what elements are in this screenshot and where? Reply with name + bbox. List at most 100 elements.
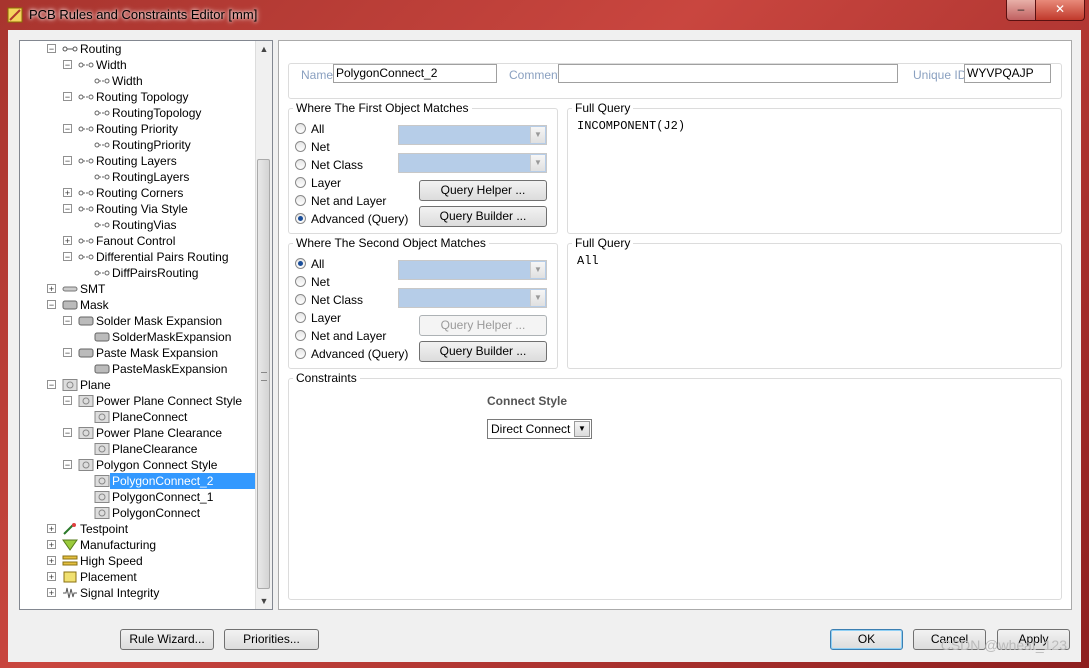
radio-button-icon[interactable] xyxy=(295,276,306,287)
tree-item[interactable]: + High Speed xyxy=(20,553,254,569)
scroll-thumb[interactable] xyxy=(257,159,270,589)
tree-item[interactable]: − Routing Topology xyxy=(20,89,254,105)
title-bar[interactable]: PCB Rules and Constraints Editor [mm] – … xyxy=(0,0,1089,30)
tree-item-label: RoutingPriority xyxy=(112,138,191,152)
tree-item[interactable]: − Routing xyxy=(20,41,254,57)
tree-item-label: Solder Mask Expansion xyxy=(96,314,223,328)
close-button[interactable]: ✕ xyxy=(1035,0,1085,21)
tree-item[interactable]: PlaneClearance xyxy=(20,441,254,457)
tree-item[interactable]: PolygonConnect xyxy=(20,505,254,521)
expand-icon[interactable]: + xyxy=(47,556,56,566)
collapse-icon[interactable]: − xyxy=(63,252,72,262)
expand-icon[interactable]: + xyxy=(63,188,72,198)
collapse-icon[interactable]: − xyxy=(63,316,72,326)
rule-wizard-button[interactable]: Rule Wizard... xyxy=(120,629,214,650)
expand-icon[interactable]: + xyxy=(47,588,56,598)
collapse-icon[interactable]: − xyxy=(63,60,72,70)
radio-button-icon[interactable] xyxy=(295,258,306,269)
scroll-down-arrow-icon[interactable]: ▼ xyxy=(256,593,272,609)
tree-item[interactable]: + Testpoint xyxy=(20,521,254,537)
comment-field[interactable] xyxy=(558,64,898,83)
tree-item[interactable]: − Power Plane Connect Style xyxy=(20,393,254,409)
collapse-icon[interactable]: − xyxy=(47,300,56,310)
collapse-icon[interactable]: − xyxy=(47,380,56,390)
second-query-helper-button[interactable]: Query Helper ... xyxy=(419,315,547,336)
rules-tree[interactable]: − Routing − Width Width − Routing Topology Rout… xyxy=(19,40,273,610)
expand-icon[interactable]: + xyxy=(47,572,56,582)
tree-item[interactable]: + Manufacturing xyxy=(20,537,254,553)
tree-item-label: Routing Corners xyxy=(96,186,184,200)
tree-item[interactable]: − Paste Mask Expansion xyxy=(20,345,254,361)
tree-item[interactable]: − Polygon Connect Style xyxy=(20,457,254,473)
tree-item[interactable]: SolderMaskExpansion xyxy=(20,329,254,345)
tree-item[interactable]: − Routing Priority xyxy=(20,121,254,137)
tree-item[interactable]: PlaneConnect xyxy=(20,409,254,425)
tree-item[interactable]: PolygonConnect_2 xyxy=(20,473,256,489)
tree-item[interactable]: + Fanout Control xyxy=(20,233,254,249)
collapse-icon[interactable]: − xyxy=(63,124,72,134)
tree-item[interactable]: + Placement xyxy=(20,569,254,585)
chevron-down-icon[interactable]: ▼ xyxy=(574,421,590,437)
collapse-icon[interactable]: − xyxy=(63,396,72,406)
radio-button-icon[interactable] xyxy=(295,195,306,206)
radio-button-icon[interactable] xyxy=(295,330,306,341)
tree-item[interactable]: − Routing Via Style xyxy=(20,201,254,217)
radio-button-icon[interactable] xyxy=(295,348,306,359)
tree-item[interactable]: + Signal Integrity xyxy=(20,585,254,601)
first-query-helper-button[interactable]: Query Helper ... xyxy=(419,180,547,201)
expand-icon[interactable]: + xyxy=(47,540,56,550)
tree-item[interactable]: RoutingPriority xyxy=(20,137,254,153)
constraints-group xyxy=(288,378,1062,600)
first-query-builder-button[interactable]: Query Builder ... xyxy=(419,206,547,227)
grip-icon xyxy=(261,372,267,381)
tree-item[interactable]: − Width xyxy=(20,57,254,73)
connect-style-select[interactable]: Direct Connect ▼ xyxy=(487,419,592,439)
tree-item-label: SMT xyxy=(80,282,106,296)
tree-item[interactable]: PolygonConnect_1 xyxy=(20,489,254,505)
first-full-query-text[interactable]: INCOMPONENT(J2) xyxy=(577,119,685,133)
collapse-icon[interactable]: − xyxy=(63,204,72,214)
priorities-button[interactable]: Priorities... xyxy=(224,629,319,650)
tree-item[interactable]: − Solder Mask Expansion xyxy=(20,313,254,329)
collapse-icon[interactable]: − xyxy=(63,156,72,166)
tree-item[interactable]: − Differential Pairs Routing xyxy=(20,249,254,265)
name-field[interactable]: PolygonConnect_2 xyxy=(333,64,497,83)
tree-item[interactable]: RoutingVias xyxy=(20,217,254,233)
tree-item[interactable]: − Power Plane Clearance xyxy=(20,425,254,441)
tree-item[interactable]: + SMT xyxy=(20,281,254,297)
tree-item[interactable]: RoutingLayers xyxy=(20,169,254,185)
tree-item[interactable]: RoutingTopology xyxy=(20,105,254,121)
expand-icon[interactable]: + xyxy=(47,524,56,534)
radio-button-icon[interactable] xyxy=(295,123,306,134)
tree-item[interactable]: + Routing Corners xyxy=(20,185,254,201)
radio-button-icon[interactable] xyxy=(295,213,306,224)
minimize-button[interactable]: – xyxy=(1006,0,1036,21)
tree-item[interactable]: − Plane xyxy=(20,377,254,393)
tree-item[interactable]: − Mask xyxy=(20,297,254,313)
ok-button[interactable]: OK xyxy=(830,629,903,650)
unique-id-field[interactable]: WYVPQAJP xyxy=(964,64,1051,83)
expand-icon[interactable]: + xyxy=(47,284,56,294)
collapse-icon[interactable]: − xyxy=(63,460,72,470)
tree-scrollbar[interactable]: ▲ ▼ xyxy=(255,41,272,609)
expand-icon[interactable]: + xyxy=(63,236,72,246)
radio-label: Net xyxy=(311,140,330,154)
radio-button-icon[interactable] xyxy=(295,294,306,305)
tree-item[interactable]: − Routing Layers xyxy=(20,153,254,169)
collapse-icon[interactable]: − xyxy=(63,92,72,102)
second-query-builder-button[interactable]: Query Builder ... xyxy=(419,341,547,362)
radio-button-icon[interactable] xyxy=(295,159,306,170)
tree-item[interactable]: PasteMaskExpansion xyxy=(20,361,254,377)
collapse-icon[interactable]: − xyxy=(63,348,72,358)
tree-item-label: RoutingVias xyxy=(112,218,177,232)
tree-item[interactable]: Width xyxy=(20,73,254,89)
collapse-icon[interactable]: − xyxy=(63,428,72,438)
radio-button-icon[interactable] xyxy=(295,177,306,188)
second-full-query-text[interactable]: All xyxy=(577,254,599,268)
radio-button-icon[interactable] xyxy=(295,141,306,152)
scroll-up-arrow-icon[interactable]: ▲ xyxy=(256,41,272,57)
radio-label: Layer xyxy=(311,311,342,325)
collapse-icon[interactable]: − xyxy=(47,44,56,54)
radio-button-icon[interactable] xyxy=(295,312,306,323)
tree-item[interactable]: DiffPairsRouting xyxy=(20,265,254,281)
